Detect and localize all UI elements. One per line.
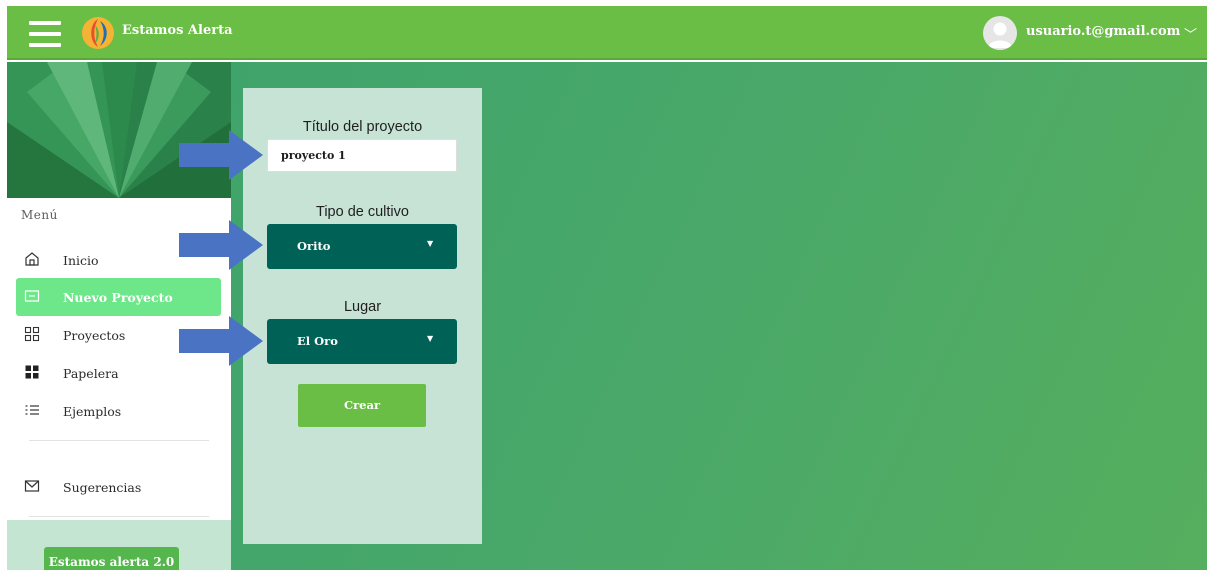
arrow-right-icon — [179, 220, 263, 270]
crop-type-value: Orito — [297, 239, 331, 253]
trash-grid-icon — [25, 365, 39, 379]
sidebar-item-label: Sugerencias — [63, 480, 142, 495]
crop-type-select[interactable]: Orito ▼ — [267, 224, 457, 269]
app-title: Estamos Alerta — [122, 23, 233, 38]
place-value: El Oro — [297, 334, 338, 348]
sidebar-divider — [29, 516, 209, 517]
sidebar-item-label: Nuevo Proyecto — [63, 290, 173, 305]
create-button[interactable]: Crear — [298, 384, 426, 427]
caret-down-icon: ▼ — [427, 239, 434, 248]
sidebar-item-nuevo-proyecto[interactable]: Nuevo Proyecto — [16, 278, 221, 316]
arrow-right-icon — [179, 316, 263, 366]
sidebar-item-label: Inicio — [63, 253, 99, 268]
menu-title: Menú — [21, 208, 58, 222]
caret-down-icon: ▼ — [427, 334, 434, 343]
new-project-icon — [24, 290, 40, 302]
arrow-right-icon — [179, 130, 263, 180]
sidebar-item-label: Papelera — [63, 366, 119, 381]
sidebar-item-ejemplos[interactable]: Ejemplos — [16, 392, 221, 430]
project-title-label: Título del proyecto — [302, 119, 423, 135]
estamos-alerta-2-button[interactable]: Estamos alerta 2.0 — [44, 547, 179, 570]
place-label: Lugar — [343, 299, 382, 315]
home-icon — [25, 252, 39, 266]
sidebar-item-sugerencias[interactable]: Sugerencias — [16, 468, 221, 506]
sidebar-item-label: Proyectos — [63, 328, 126, 343]
new-project-form: Título del proyecto proyecto 1 Tipo de c… — [243, 88, 482, 544]
place-select[interactable]: El Oro ▼ — [267, 319, 457, 364]
list-icon — [25, 405, 39, 415]
app-frame: Estamos Alerta usuario.t@gmail.com ﹀ Men… — [7, 6, 1207, 570]
project-title-input[interactable]: proyecto 1 — [267, 139, 457, 172]
sidebar-footer: Estamos alerta 2.0 — [7, 520, 231, 570]
top-bar: Estamos Alerta usuario.t@gmail.com ﹀ — [7, 6, 1207, 60]
sidebar-item-label: Ejemplos — [63, 404, 122, 419]
hamburger-menu-icon[interactable] — [29, 21, 61, 47]
mail-icon — [24, 480, 40, 492]
chevron-down-icon[interactable]: ﹀ — [1184, 24, 1197, 43]
app-logo-icon — [82, 17, 114, 49]
user-email[interactable]: usuario.t@gmail.com — [1026, 24, 1180, 39]
grid-icon — [24, 326, 40, 342]
sidebar-divider — [29, 440, 209, 441]
crop-type-label: Tipo de cultivo — [316, 204, 409, 220]
user-avatar-icon[interactable] — [983, 16, 1017, 50]
